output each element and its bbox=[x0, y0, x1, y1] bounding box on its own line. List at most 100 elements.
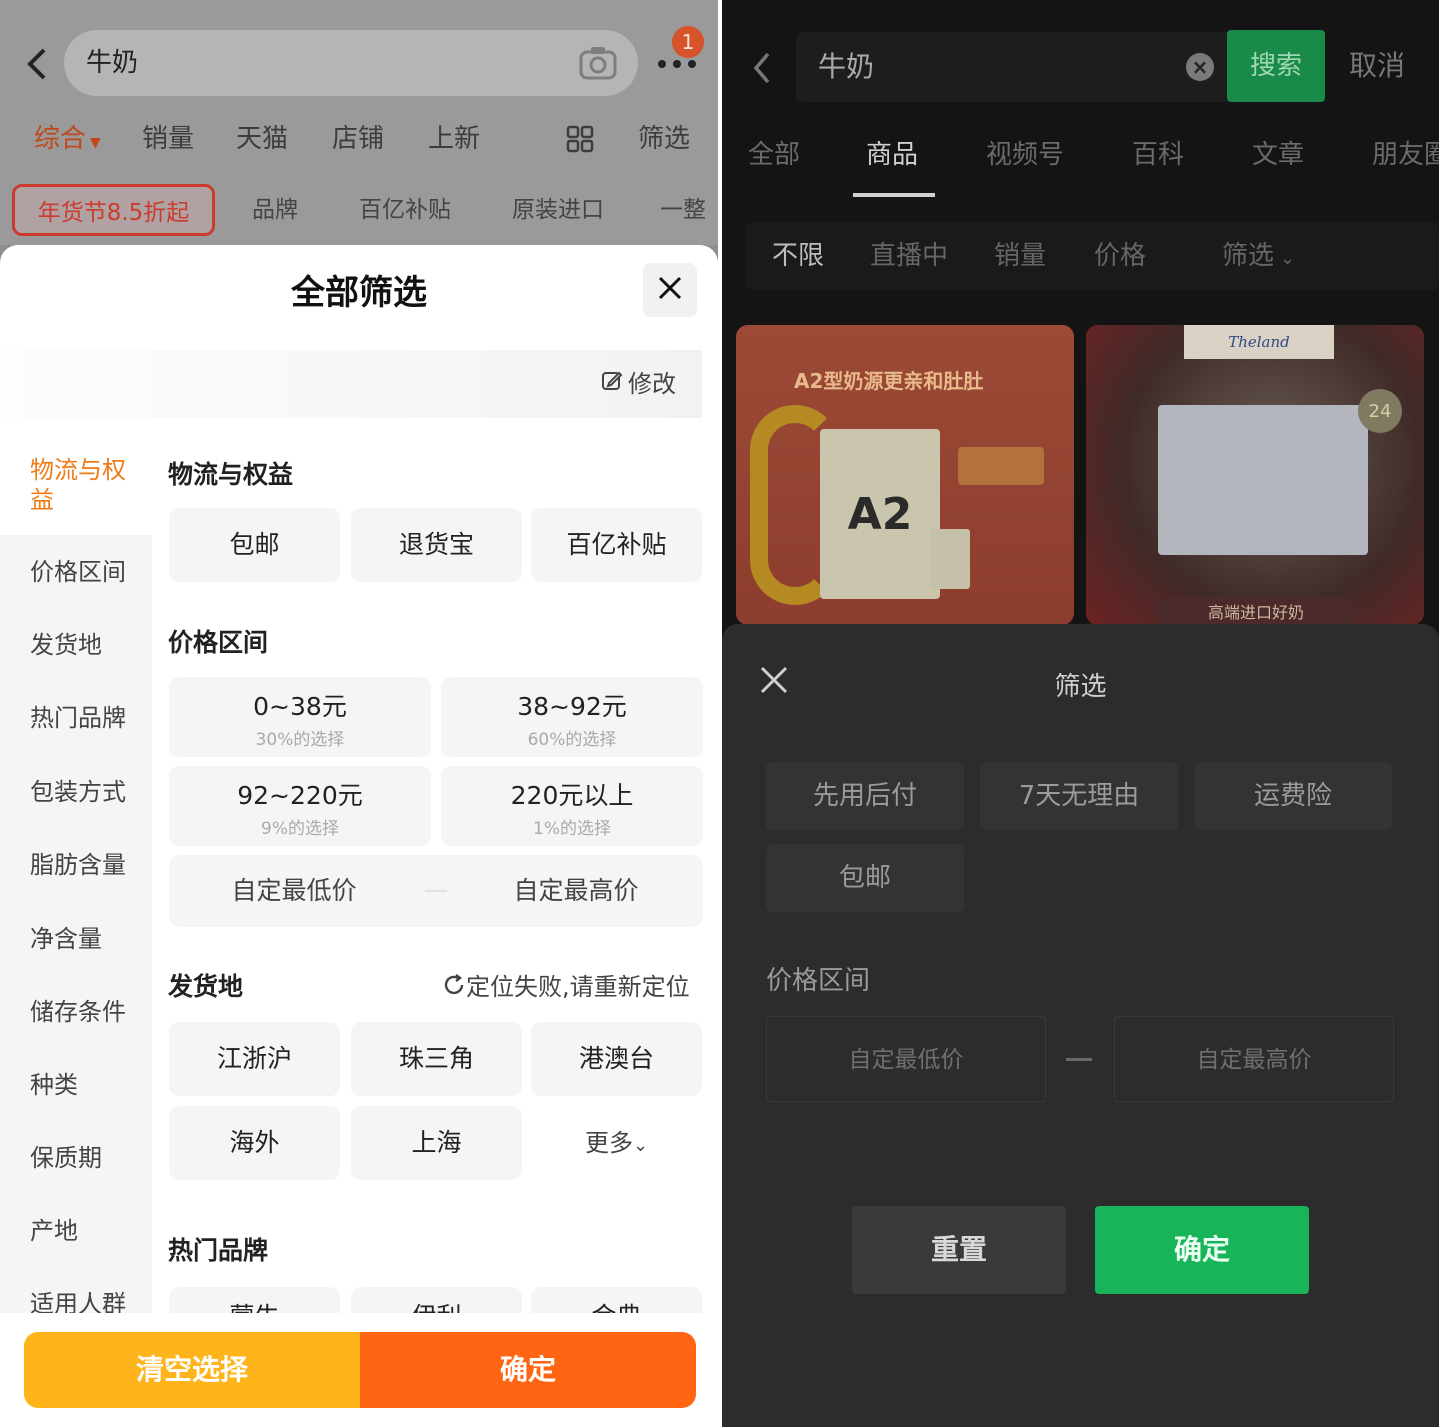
tab-new[interactable]: 上新 bbox=[428, 104, 480, 174]
filter-live[interactable]: 直播中 bbox=[870, 238, 948, 274]
tab-articles[interactable]: 文章 bbox=[1252, 130, 1304, 180]
origin-option[interactable]: 海外 bbox=[169, 1106, 340, 1180]
price-range-label: 38~92元 bbox=[517, 692, 627, 721]
product-card[interactable]: Theland 24 高端进口好奶 bbox=[1086, 325, 1424, 625]
max-price-input[interactable]: 自定最高价 bbox=[451, 855, 701, 927]
chip-subsidy[interactable]: 百亿补贴 bbox=[340, 184, 470, 236]
tab-channels[interactable]: 视频号 bbox=[986, 130, 1064, 180]
origin-option[interactable]: 江浙沪 bbox=[169, 1022, 340, 1096]
milk-box-small bbox=[930, 529, 970, 589]
nav-item-brands[interactable]: 热门品牌 bbox=[0, 703, 152, 733]
chip-promo[interactable]: 年货节8.5折起 bbox=[12, 184, 215, 236]
option-free-shipping[interactable]: 包邮 bbox=[169, 508, 340, 582]
search-input[interactable]: 牛奶 × bbox=[796, 32, 1232, 102]
close-icon bbox=[657, 275, 683, 305]
filter-sales[interactable]: 销量 bbox=[994, 238, 1046, 274]
milk-cartons bbox=[1158, 405, 1368, 555]
origin-option[interactable]: 上海 bbox=[351, 1106, 522, 1180]
chip-overflow[interactable]: 一整 bbox=[660, 184, 718, 236]
filter-price[interactable]: 价格 bbox=[1094, 238, 1146, 274]
price-range-option[interactable]: 220元以上 1%的选择 bbox=[441, 766, 703, 846]
search-query: 牛奶 bbox=[86, 48, 139, 78]
clear-selection-button[interactable]: 清空选择 bbox=[24, 1332, 360, 1408]
section-title-origin: 发货地 bbox=[168, 972, 244, 1001]
chip-imported[interactable]: 原装进口 bbox=[492, 184, 624, 236]
tab-baike[interactable]: 百科 bbox=[1132, 130, 1184, 180]
tab-label: 综合 bbox=[34, 124, 87, 154]
option-7day-return[interactable]: 7天无理由 bbox=[980, 762, 1178, 830]
clear-icon[interactable]: × bbox=[1186, 53, 1214, 81]
tab-products[interactable]: 商品 bbox=[866, 130, 918, 180]
nav-item-storage[interactable]: 储存条件 bbox=[0, 997, 152, 1027]
option-free-shipping[interactable]: 包邮 bbox=[766, 844, 964, 912]
nav-item-logistics[interactable]: 物流与权益 bbox=[0, 435, 152, 535]
edit-label: 修改 bbox=[628, 370, 676, 398]
left-header: 牛奶 1 综合 ▼ 销量 天猫 店铺 上新 筛选 年货节8.5折起 品牌 百亿补贴 bbox=[0, 0, 718, 245]
search-button[interactable]: 搜索 bbox=[1227, 30, 1325, 102]
nav-item-net-content[interactable]: 净含量 bbox=[0, 924, 152, 954]
min-price-input[interactable]: 自定最低价 bbox=[169, 855, 419, 927]
tab-all[interactable]: 全部 bbox=[748, 130, 800, 180]
close-button[interactable] bbox=[643, 263, 697, 317]
nav-item-origin-place[interactable]: 产地 bbox=[0, 1216, 152, 1246]
cancel-button[interactable]: 取消 bbox=[1349, 30, 1405, 102]
chip-brand[interactable]: 品牌 bbox=[230, 184, 320, 236]
tab-moments[interactable]: 朋友圈 bbox=[1372, 130, 1439, 180]
price-range-option[interactable]: 92~220元 9%的选择 bbox=[169, 766, 431, 846]
nav-item-shelf-life[interactable]: 保质期 bbox=[0, 1143, 152, 1173]
reset-button[interactable]: 重置 bbox=[852, 1206, 1066, 1294]
caption-label: 高端进口好奶 bbox=[1207, 603, 1304, 622]
option-return-insurance[interactable]: 退货宝 bbox=[351, 508, 522, 582]
custom-price-row: 自定最低价 自定最高价 bbox=[169, 855, 703, 927]
sheet-title: 筛选 bbox=[1054, 672, 1107, 702]
filter-category-nav: 物流与权益 价格区间 发货地 热门品牌 包装方式 脂肪含量 净含量 储存条件 种… bbox=[0, 435, 152, 1318]
edit-button[interactable]: 修改 bbox=[600, 350, 676, 419]
option-shipping-insurance[interactable]: 运费险 bbox=[1194, 762, 1392, 830]
product-card[interactable]: A2型奶源更亲和肚肚 A2 bbox=[736, 325, 1074, 625]
grid-view-icon[interactable] bbox=[566, 125, 594, 153]
price-range-option[interactable]: 38~92元 60%的选择 bbox=[441, 677, 703, 757]
tab-comprehensive[interactable]: 综合 ▼ bbox=[34, 104, 101, 178]
max-price-input[interactable]: 自定最高价 bbox=[1114, 1016, 1394, 1102]
tab-shop[interactable]: 店铺 bbox=[332, 104, 384, 174]
option-subsidy[interactable]: 百亿补贴 bbox=[531, 508, 702, 582]
notification-count: 1 bbox=[681, 30, 695, 54]
nav-item-packaging[interactable]: 包装方式 bbox=[0, 777, 152, 807]
filter-unlimited[interactable]: 不限 bbox=[772, 238, 824, 274]
refresh-icon bbox=[442, 973, 466, 1003]
tab-filter[interactable]: 筛选 bbox=[638, 104, 690, 174]
origin-option[interactable]: 珠三角 bbox=[351, 1022, 522, 1096]
camera-icon[interactable] bbox=[578, 44, 618, 82]
more-origins-button[interactable]: 更多⌄ bbox=[531, 1106, 702, 1180]
nav-item-origin[interactable]: 发货地 bbox=[0, 630, 152, 660]
filter-sheet: 全部筛选 修改 物流与权益 价格区间 发货地 热门品牌 包装方式 脂肪含量 净含… bbox=[0, 245, 718, 1427]
tab-sales[interactable]: 销量 bbox=[142, 104, 194, 174]
confirm-button[interactable]: 确定 bbox=[360, 1332, 696, 1408]
search-input[interactable]: 牛奶 bbox=[64, 30, 638, 96]
filter-more[interactable]: 筛选 ⌄ bbox=[1222, 238, 1295, 277]
tab-tmall[interactable]: 天猫 bbox=[236, 104, 288, 174]
nav-item-type[interactable]: 种类 bbox=[0, 1070, 152, 1100]
saved-filters-bar: 修改 bbox=[0, 350, 702, 418]
nav-item-price[interactable]: 价格区间 bbox=[0, 557, 152, 587]
right-screen: 牛奶 × 搜索 取消 全部 商品 视频号 百科 文章 朋友圈 不限 直播中 销量… bbox=[722, 0, 1439, 1427]
relocate-button[interactable]: 定位失败,请重新定位 bbox=[442, 967, 690, 1003]
product-caption: 高端进口好奶 bbox=[1156, 597, 1356, 625]
notification-badge: 1 bbox=[672, 26, 704, 58]
price-tag bbox=[958, 447, 1044, 485]
product-badge: A2 bbox=[847, 488, 913, 540]
relocate-label: 定位失败,请重新定位 bbox=[466, 973, 690, 1001]
back-icon[interactable] bbox=[748, 48, 776, 88]
section-title-price: 价格区间 bbox=[168, 628, 269, 657]
back-icon[interactable] bbox=[22, 44, 54, 84]
sort-tabs: 综合 ▼ 销量 天猫 店铺 上新 筛选 bbox=[0, 104, 718, 174]
chevron-down-icon: ⌄ bbox=[1280, 248, 1296, 269]
min-price-input[interactable]: 自定最低价 bbox=[766, 1016, 1046, 1102]
caret-down-icon: ▼ bbox=[90, 135, 101, 151]
sheet-title: 全部筛选 bbox=[291, 273, 427, 313]
confirm-button[interactable]: 确定 bbox=[1095, 1206, 1309, 1294]
price-range-option[interactable]: 0~38元 30%的选择 bbox=[169, 677, 431, 757]
option-pay-later[interactable]: 先用后付 bbox=[766, 762, 964, 830]
nav-item-fat[interactable]: 脂肪含量 bbox=[0, 850, 152, 880]
origin-option[interactable]: 港澳台 bbox=[531, 1022, 702, 1096]
